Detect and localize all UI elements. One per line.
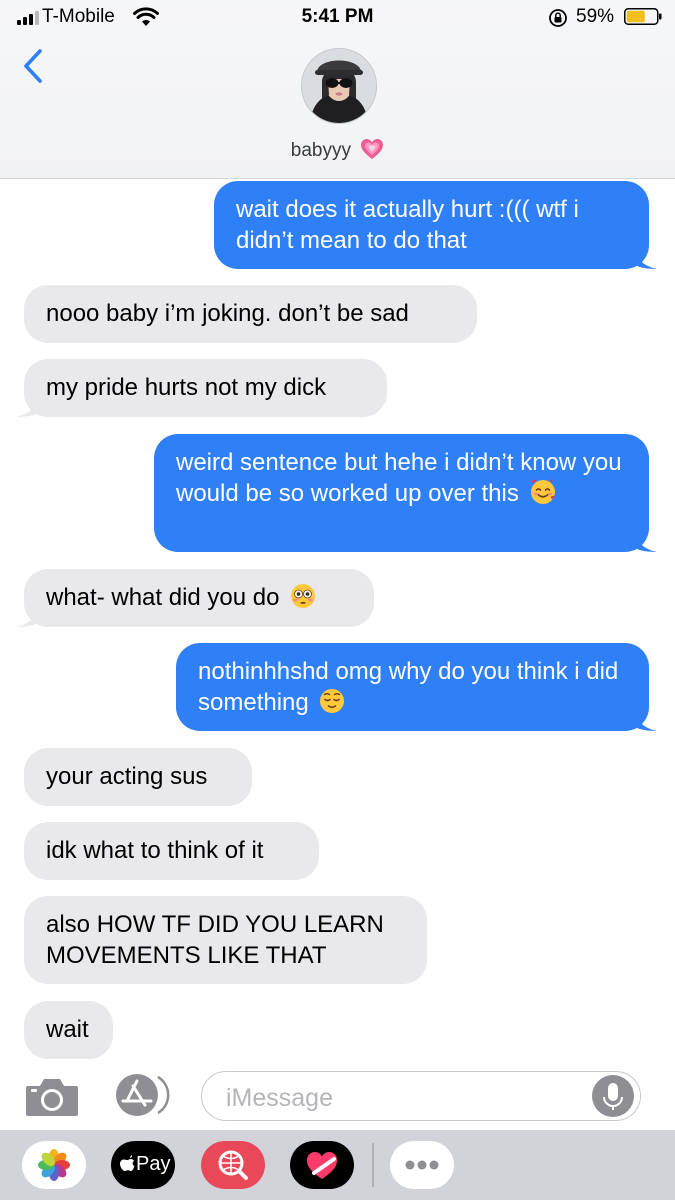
imessage-input[interactable]: iMessage [201, 1071, 641, 1121]
battery-percent: 59% [576, 6, 615, 27]
web-images-icon[interactable] [201, 1141, 265, 1189]
apple-pay-icon[interactable]: Pay [111, 1141, 175, 1189]
flushed-face-emoji [291, 584, 316, 608]
incoming-message[interactable]: nooo baby i’m joking. don’t be sad [24, 285, 477, 343]
contact-avatar[interactable] [301, 48, 377, 124]
status-time: 5:41 PM [301, 6, 374, 27]
battery-icon [624, 8, 662, 25]
message-text: what- what did you do [46, 584, 280, 611]
compose-bar: iMessage [0, 1060, 675, 1130]
message-text: your acting sus [46, 763, 208, 790]
message-text: idk what to think of it [46, 837, 264, 864]
message-text: my pride hurts not my dick [46, 374, 327, 401]
incoming-message[interactable]: my pride hurts not my dick [16, 359, 387, 417]
growing-heart-emoji [361, 139, 384, 159]
digital-touch-icon[interactable] [290, 1141, 354, 1189]
incoming-message[interactable]: what- what did you do [16, 569, 374, 627]
microphone-icon[interactable] [592, 1075, 634, 1117]
contact-name[interactable]: babyyy [0, 138, 675, 162]
outgoing-message[interactable]: nothinhhshd omg why do you think i did s… [176, 643, 657, 731]
incoming-message[interactable]: wait [24, 1001, 113, 1059]
camera-icon[interactable] [24, 1074, 80, 1118]
incoming-message[interactable]: your acting sus [24, 748, 252, 806]
contact-name-label: babyyy [290, 140, 351, 161]
app-drawer: Pay [0, 1130, 675, 1200]
back-chevron-icon[interactable] [20, 48, 48, 84]
status-bar: T-Mobile 5:41 PM 59% [0, 0, 675, 36]
app-store-icon[interactable] [112, 1072, 174, 1118]
message-text: nothinhhshd omg why do you think i did s… [198, 658, 619, 716]
conversation-header: T-Mobile 5:41 PM 59% babyyy [0, 0, 675, 179]
message-thread[interactable]: wait does it actually hurt :((( wtf i di… [0, 179, 675, 1059]
imessage-placeholder: iMessage [226, 1084, 333, 1112]
message-text: wait [46, 1016, 89, 1043]
incoming-message[interactable]: idk what to think of it [24, 822, 319, 880]
message-text: nooo baby i’m joking. don’t be sad [46, 300, 409, 327]
outgoing-message[interactable]: wait does it actually hurt :((( wtf i di… [214, 181, 657, 269]
photos-app-icon[interactable] [22, 1141, 86, 1189]
message-text: also HOW TF DID YOU LEARN MOVEMENTS LIKE… [46, 911, 384, 969]
incoming-message[interactable]: also HOW TF DID YOU LEARN MOVEMENTS LIKE… [24, 896, 427, 984]
drawer-divider [372, 1143, 374, 1187]
relieved-face-emoji [320, 689, 345, 713]
smiling-face-with-hearts-emoji [530, 479, 555, 504]
message-text: wait does it actually hurt :((( wtf i di… [236, 196, 579, 254]
apple-pay-label: Pay [136, 1153, 171, 1175]
more-apps-icon[interactable] [390, 1141, 454, 1189]
outgoing-message[interactable]: weird sentence but hehe i didn’t know yo… [154, 434, 657, 552]
rotation-lock-icon [549, 9, 567, 27]
